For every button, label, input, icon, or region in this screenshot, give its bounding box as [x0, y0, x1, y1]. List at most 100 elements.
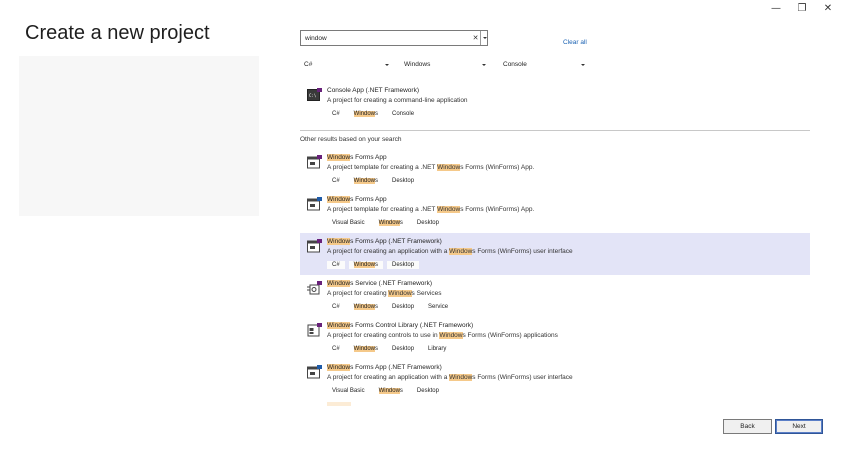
text-segment: s	[399, 220, 403, 226]
template-item[interactable]: Windows Forms App (.NET Framework) A proj…	[300, 233, 810, 275]
text-segment: Visual Basic	[332, 388, 365, 394]
template-item[interactable]: Windows Forms App A project template for …	[300, 149, 810, 191]
text-segment: Desktop	[416, 220, 439, 226]
next-button[interactable]: Next	[775, 419, 823, 434]
search-match-highlight: Window	[327, 154, 351, 161]
text-segment: Desktop	[392, 304, 415, 310]
text-segment: s Forms (WinForms) user interface	[472, 374, 573, 381]
close-button[interactable]: ✕	[815, 2, 841, 16]
restore-button[interactable]: ❐	[789, 2, 815, 16]
text-segment: s Forms (WinForms) App.	[460, 206, 535, 213]
template-tag: Service	[423, 303, 453, 311]
text-segment: C#	[332, 111, 340, 117]
search-match-highlight: Window	[353, 178, 376, 184]
search-match-highlight: Window	[353, 346, 376, 352]
text-segment: Console	[392, 111, 415, 117]
template-description: A project template for creating a .NET W…	[327, 164, 534, 171]
text-segment: s Forms Control Library (.NET Framework)	[350, 322, 474, 329]
template-description: A project for creating a command-line ap…	[327, 97, 468, 104]
back-button[interactable]: Back	[723, 419, 772, 434]
template-tag: C#	[327, 110, 345, 118]
template-name: Windows Forms App	[327, 154, 387, 161]
windows-forms-vb-icon	[307, 365, 322, 379]
template-name: Console App (.NET Framework)	[327, 87, 419, 94]
text-segment: C#	[332, 304, 340, 310]
template-tags: C# Windows Desktop Library	[327, 345, 451, 353]
search-input[interactable]	[301, 31, 471, 45]
template-item[interactable]: Windows Service (.NET Framework) A projec…	[300, 275, 810, 317]
windows-forms-cs-icon	[307, 155, 322, 169]
template-tag: Desktop	[387, 345, 419, 353]
platform-filter[interactable]: Windows	[404, 61, 486, 71]
text-segment: s	[399, 388, 403, 394]
template-tag: Console	[387, 110, 419, 118]
search-match-highlight: Window	[388, 290, 412, 297]
template-item[interactable]: C:\ Console App (.NET Framework) A proje…	[300, 82, 810, 124]
partially-visible-item	[327, 402, 351, 406]
template-description: A project for creating an application wi…	[327, 374, 573, 381]
template-tags: Visual Basic Windows Desktop	[327, 387, 444, 395]
template-tag: Visual Basic	[327, 387, 370, 395]
svg-text:C:\: C:\	[309, 93, 317, 98]
text-segment: s Forms (WinForms) applications	[462, 332, 558, 339]
text-segment: A project template for creating a .NET	[327, 206, 438, 213]
text-segment: s	[375, 262, 379, 268]
search-match-highlight: Window	[378, 220, 400, 226]
text-segment: s Forms App (.NET Framework)	[350, 364, 442, 371]
template-description: A project for creating controls to use i…	[327, 332, 558, 339]
text-segment: s Forms App	[350, 154, 387, 161]
control-library-icon	[307, 323, 322, 337]
windows-service-icon	[307, 281, 322, 295]
template-tags: C# Windows Desktop Service	[327, 303, 453, 311]
template-tags: Visual Basic Windows Desktop	[327, 219, 444, 227]
text-segment: Desktop	[392, 346, 415, 352]
template-description: A project for creating an application wi…	[327, 248, 573, 255]
text-segment: Service	[428, 304, 449, 310]
template-item[interactable]: Windows Forms App (.NET Framework) A proj…	[300, 359, 810, 401]
project-type-filter[interactable]: Console	[503, 61, 585, 71]
text-segment: s Forms (WinForms) user interface	[472, 248, 573, 255]
windows-forms-vb-icon	[307, 197, 322, 211]
recent-templates-panel	[19, 56, 259, 216]
search-match-highlight: Window	[437, 164, 461, 171]
template-tags: C# Windows Desktop	[327, 177, 419, 185]
search-match-highlight: Window	[353, 262, 376, 268]
language-filter[interactable]: C#	[304, 61, 389, 71]
windows-forms-cs-icon	[307, 239, 322, 253]
search-match-highlight: Window	[327, 364, 351, 371]
search-match-highlight: Window	[327, 280, 351, 287]
template-name: Windows Forms App (.NET Framework)	[327, 364, 442, 371]
template-tag: Windows	[349, 177, 383, 185]
text-segment: Desktop	[416, 388, 439, 394]
text-segment: s Forms (WinForms) App.	[460, 164, 535, 171]
template-tag: Visual Basic	[327, 219, 370, 227]
search-match-highlight: Window	[449, 248, 473, 255]
search-box[interactable]: ✕	[300, 30, 488, 46]
clear-search-icon[interactable]: ✕	[471, 34, 480, 42]
template-description: A project template for creating a .NET W…	[327, 206, 534, 213]
search-match-highlight: Window	[449, 374, 473, 381]
other-results-list[interactable]: Windows Forms App A project template for …	[300, 149, 810, 407]
minimize-button[interactable]: —	[763, 2, 789, 16]
text-segment: s Forms App	[350, 196, 387, 203]
clear-all-link[interactable]: Clear all	[563, 39, 587, 46]
template-tags: C# Windows Console	[327, 110, 419, 118]
template-tag: Windows	[349, 110, 383, 118]
search-history-dropdown-icon[interactable]	[480, 31, 487, 45]
template-item[interactable]: Window s Forms Control Library (.NET Fram…	[300, 317, 810, 359]
text-segment: C#	[332, 346, 340, 352]
text-segment: s Service (.NET Framework)	[350, 280, 432, 287]
search-match-highlight: Window	[353, 111, 376, 117]
search-match-highlight: Window	[353, 304, 376, 310]
text-segment: A project template for creating a .NET	[327, 164, 438, 171]
other-results-label: Other results based on your search	[300, 136, 402, 143]
text-segment: Desktop	[392, 178, 415, 184]
search-match-highlight: Window	[327, 196, 351, 203]
text-segment: s	[375, 304, 379, 310]
template-tag: C#	[327, 177, 345, 185]
template-tag: C#	[327, 303, 345, 311]
text-segment: C#	[332, 262, 340, 268]
template-item[interactable]: Windows Forms App A project template for …	[300, 191, 810, 233]
text-segment: Library	[428, 346, 447, 352]
search-match-highlight: Window	[327, 238, 351, 245]
